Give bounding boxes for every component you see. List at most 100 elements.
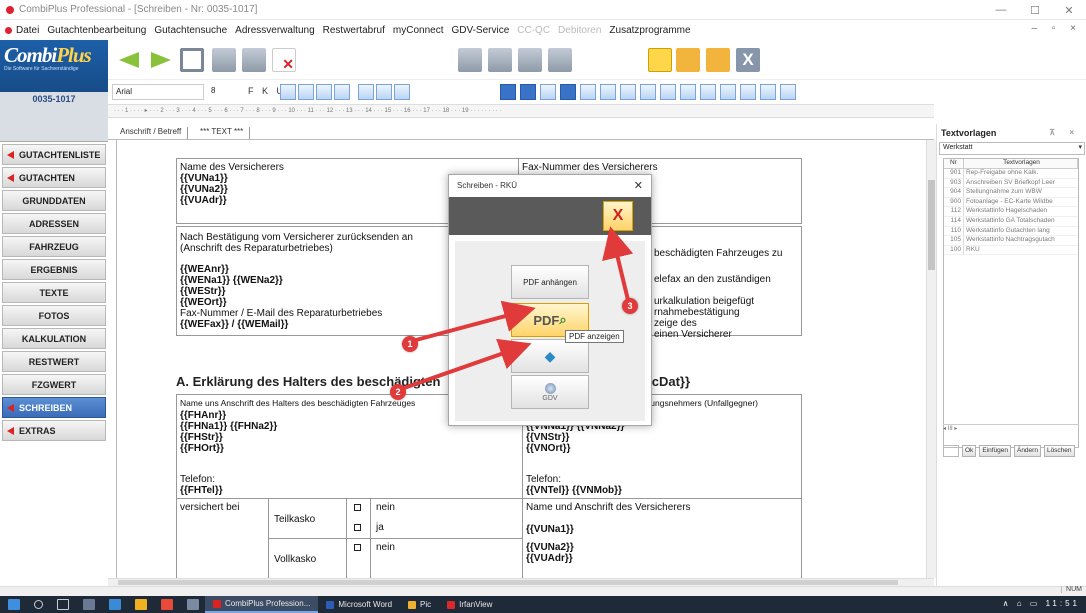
template-row[interactable]: 901 Rep-Freigabe ohne Kalk. — [944, 169, 1078, 179]
taskbar-word[interactable]: Microsoft Word — [318, 596, 400, 613]
field-icon[interactable] — [520, 84, 536, 100]
delete-document-icon[interactable] — [272, 48, 296, 73]
nav-fotos[interactable]: FOTOS — [2, 305, 106, 326]
chrome-icon[interactable] — [161, 599, 173, 610]
pinned-app-icon[interactable] — [83, 599, 95, 610]
font-size-select[interactable]: 8 — [208, 84, 236, 100]
tab-anschrift-betreff[interactable]: Anschrift / Betreff — [114, 127, 189, 139]
nav-schreiben[interactable]: SCHREIBEN — [2, 397, 106, 418]
maximize-button[interactable]: ☐ — [1018, 0, 1052, 20]
add-row-icon[interactable] — [720, 84, 736, 100]
panel-pin-close[interactable]: ⊼ × — [1049, 128, 1080, 137]
template-row[interactable]: 112 Werkstattinfo Hagelschaden — [944, 207, 1078, 217]
template-row[interactable]: 105 Werkstattinfo Nachtragsgutach — [944, 236, 1078, 246]
nav-fahrzeug[interactable]: FAHRZEUG — [2, 236, 106, 257]
system-tray[interactable]: ∧ ⌂ ▭ 11:51 — [1003, 599, 1080, 608]
columns-icon[interactable] — [640, 84, 656, 100]
list-view-icon[interactable] — [660, 84, 676, 100]
indent-icon[interactable] — [394, 84, 410, 100]
align-left-icon[interactable] — [280, 84, 296, 100]
image-icon[interactable] — [560, 84, 576, 100]
pinned-app-icon[interactable] — [109, 599, 121, 610]
insert-icon[interactable] — [600, 84, 616, 100]
back-arrow-icon[interactable] — [118, 48, 142, 72]
task-view-icon[interactable] — [57, 599, 69, 610]
align-right-icon[interactable] — [316, 84, 332, 100]
mdi-controls[interactable]: – ▫ × — [1031, 23, 1082, 34]
col-nr[interactable]: Nr — [944, 159, 964, 168]
template-row[interactable]: 114 Werkstattinfo GA Totalschaden — [944, 216, 1078, 227]
pdf-attach-button[interactable]: PDF anhängen — [511, 265, 589, 299]
bullet-list-icon[interactable] — [358, 84, 374, 100]
hscroll-thumb[interactable] — [118, 580, 898, 585]
align-center-icon[interactable] — [298, 84, 314, 100]
split-cell-icon[interactable] — [740, 84, 756, 100]
nav-gutachten[interactable]: GUTACHTEN — [2, 167, 106, 188]
picture-icon[interactable] — [700, 84, 716, 100]
minimize-button[interactable]: — — [984, 0, 1018, 20]
nav-fzgwert[interactable]: FZGWERT — [2, 374, 106, 395]
chart-icon[interactable] — [620, 84, 636, 100]
print-preview-icon[interactable] — [518, 48, 542, 72]
col-textvorlagen[interactable]: Textvorlagen — [964, 159, 1078, 168]
nav-extras[interactable]: EXTRAS — [2, 420, 106, 441]
folder-icon[interactable] — [706, 48, 730, 72]
nav-ergebnis[interactable]: ERGEBNIS — [2, 259, 106, 280]
document-icon[interactable] — [212, 48, 236, 72]
numbered-list-icon[interactable] — [376, 84, 392, 100]
search-icon[interactable] — [34, 600, 43, 609]
save-icon[interactable] — [180, 48, 204, 72]
nav-restwert[interactable]: RESTWERT — [2, 351, 106, 372]
teilkasko-ja-checkbox[interactable] — [354, 524, 361, 531]
menu-zusatzprogramme[interactable]: Zusatzprogramme — [609, 25, 690, 36]
taskbar-irfanview[interactable]: IrfanView — [439, 596, 500, 613]
justify-icon[interactable] — [334, 84, 350, 100]
dialog-close-icon[interactable]: ✕ — [634, 179, 643, 192]
ok-button[interactable]: Ok — [962, 445, 977, 457]
menu-gutachtensuche[interactable]: Gutachtensuche — [154, 25, 227, 36]
pinned-app-icon[interactable] — [187, 599, 199, 610]
delete-button[interactable]: Löschen — [1043, 445, 1075, 457]
tab-text[interactable]: *** TEXT *** — [194, 127, 251, 139]
menu-myconnect[interactable]: myConnect — [393, 25, 444, 36]
template-row[interactable]: 100 RKÜ — [944, 245, 1078, 256]
copy-folder-icon[interactable] — [676, 48, 700, 72]
edit-icon[interactable] — [242, 48, 266, 72]
menu-adressverwaltung[interactable]: Adressverwaltung — [235, 25, 314, 36]
text-frame-icon[interactable] — [500, 84, 516, 100]
menu-gdv-service[interactable]: GDV-Service — [451, 25, 509, 36]
pinned-app-icon[interactable] — [135, 599, 147, 610]
print-icon[interactable] — [548, 48, 572, 72]
teilkasko-nein-checkbox[interactable] — [354, 504, 361, 511]
export-icon[interactable] — [488, 48, 512, 72]
close-window-button[interactable]: ✕ — [1052, 0, 1086, 20]
font-select[interactable]: Arial — [112, 84, 204, 100]
template-row[interactable]: 903 Anschreiben SV Briefkopf Leer — [944, 178, 1078, 189]
page-icon[interactable] — [680, 84, 696, 100]
edit-button[interactable]: Ändern — [1013, 445, 1041, 457]
template-row[interactable]: 110 Werkstattinfo Gutachten lang — [944, 226, 1078, 237]
ruler[interactable]: · · · 1 · · · · ▸ · · · 2 · · · 3 · · · … — [108, 104, 934, 118]
zoom-in-icon[interactable] — [760, 84, 776, 100]
insert-button[interactable]: Einfügen — [979, 445, 1011, 457]
gdv-button[interactable]: GDV — [511, 375, 589, 409]
document-horizontal-scrollbar[interactable] — [108, 578, 934, 586]
template-list-hscroll[interactable]: ◂ III ▸ — [943, 424, 1079, 432]
template-number-input[interactable] — [943, 445, 959, 457]
menu-gutachtenbearbeitung[interactable]: Gutachtenbearbeitung — [47, 25, 146, 36]
menu-datei[interactable]: Datei — [16, 25, 39, 36]
nav-gutachtenliste[interactable]: GUTACHTENLISTE — [2, 144, 106, 165]
zoom-out-icon[interactable] — [780, 84, 796, 100]
nav-adressen[interactable]: ADRESSEN — [2, 213, 106, 234]
link-icon[interactable] — [540, 84, 556, 100]
template-filter-select[interactable]: Werkstatt ▾ — [939, 142, 1085, 155]
nav-texte[interactable]: TEXTE — [2, 282, 106, 303]
taskbar-pic[interactable]: Pic — [400, 596, 439, 613]
vscroll-thumb[interactable] — [928, 180, 935, 270]
template-row[interactable]: 900 Fotoanlage - EC-Karte Wildbe — [944, 197, 1078, 208]
send-button[interactable]: ◆ — [511, 339, 589, 373]
forward-arrow-icon[interactable] — [148, 48, 172, 72]
camera-icon[interactable] — [458, 48, 482, 72]
nav-grunddaten[interactable]: GRUNDDATEN — [2, 190, 106, 211]
write-letter-icon[interactable] — [648, 48, 672, 72]
